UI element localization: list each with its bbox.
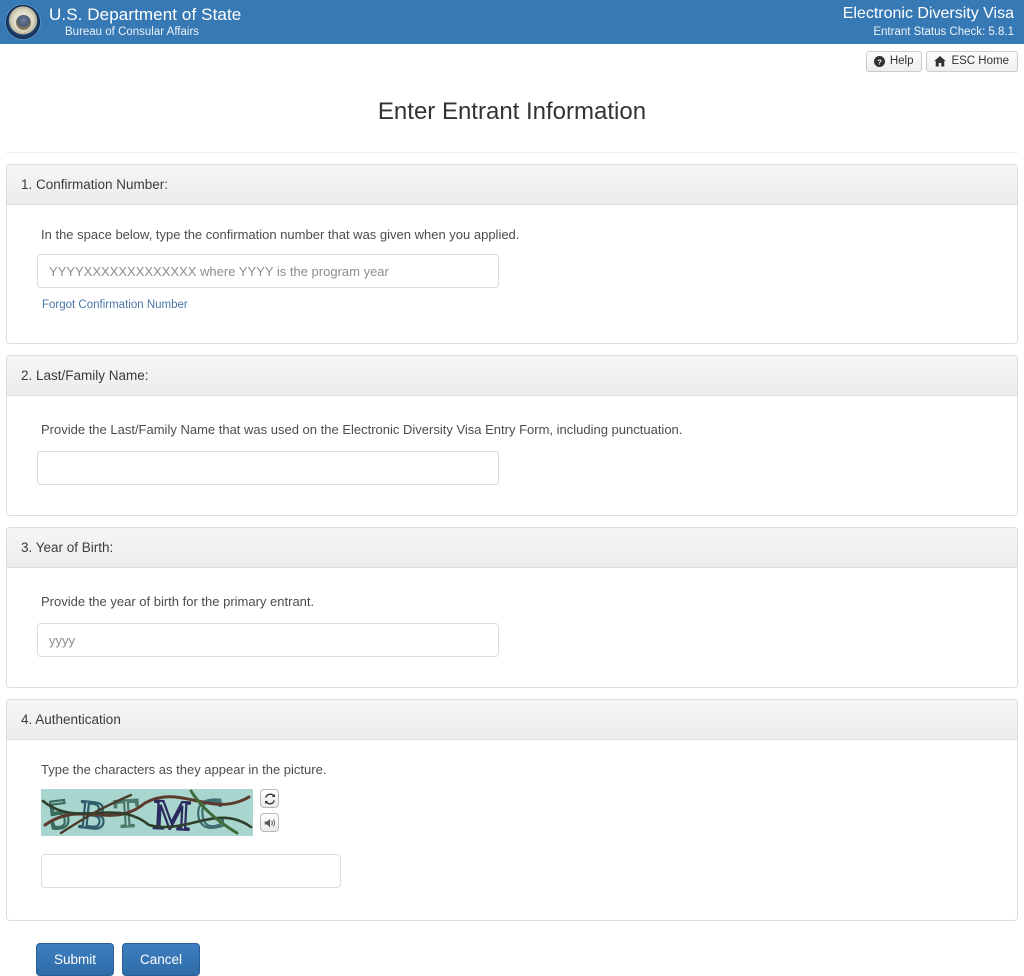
- section-3-body: Provide the year of birth for the primar…: [7, 568, 1017, 687]
- utility-bar: ? Help ESC Home: [0, 44, 1024, 74]
- section-4-body: Type the characters as they appear in th…: [7, 740, 1017, 920]
- refresh-icon: [264, 793, 276, 805]
- captcha-image: 5 B T M C: [41, 789, 253, 836]
- help-button[interactable]: ? Help: [865, 51, 923, 72]
- question-circle-icon: ?: [873, 55, 885, 67]
- captcha-input-wrapper: [41, 854, 987, 888]
- captcha-row: 5 B T M C: [41, 789, 987, 836]
- section-1-heading: 1. Confirmation Number:: [7, 165, 1017, 205]
- section-3-instruction: Provide the year of birth for the primar…: [41, 594, 315, 609]
- brand: U.S. Department of State Bureau of Consu…: [6, 5, 241, 39]
- us-department-of-state-seal-icon: [6, 5, 40, 39]
- section-4-heading: 4. Authentication: [7, 700, 1017, 740]
- section-2-heading: 2. Last/Family Name:: [7, 356, 1017, 396]
- section-1-instruction: In the space below, type the confirmatio…: [41, 227, 520, 242]
- year-of-birth-input[interactable]: [37, 623, 499, 657]
- esc-home-button-label: ESC Home: [951, 55, 1009, 67]
- app-version: Entrant Status Check: 5.8.1: [873, 25, 1014, 38]
- section-1-body: In the space below, type the confirmatio…: [7, 205, 1017, 343]
- page-title: Enter Entrant Information: [377, 98, 647, 125]
- section-4-instruction: Type the characters as they appear in th…: [41, 762, 327, 777]
- captcha-input[interactable]: [41, 854, 341, 888]
- svg-text:?: ?: [877, 57, 882, 66]
- agency-subtitle: Bureau of Consular Affairs: [65, 25, 200, 38]
- audio-speaker-icon-button[interactable]: [260, 813, 279, 832]
- last-family-name-input[interactable]: [37, 451, 499, 485]
- confirmation-number-input[interactable]: [37, 254, 499, 288]
- form-wrapper: 1. Confirmation Number: In the space bel…: [0, 164, 1024, 976]
- app-title: Electronic Diversity Visa: [842, 5, 1014, 23]
- forgot-confirmation-number-link[interactable]: Forgot Confirmation Number: [42, 299, 188, 311]
- title-divider: [6, 152, 1018, 153]
- app-branding: Electronic Diversity Visa Entrant Status…: [843, 5, 1016, 38]
- help-button-label: Help: [889, 55, 914, 67]
- section-2-instruction: Provide the Last/Family Name that was us…: [41, 422, 683, 437]
- section-2-body: Provide the Last/Family Name that was us…: [7, 396, 1017, 515]
- esc-home-button[interactable]: ESC Home: [926, 51, 1018, 72]
- home-icon: [934, 55, 947, 67]
- brand-text: U.S. Department of State Bureau of Consu…: [49, 6, 241, 38]
- refresh-icon-button[interactable]: [260, 789, 279, 808]
- site-header: U.S. Department of State Bureau of Consu…: [0, 0, 1024, 44]
- form-actions: Submit Cancel: [6, 921, 1018, 976]
- cancel-button[interactable]: Cancel: [122, 943, 201, 976]
- submit-button[interactable]: Submit: [36, 943, 115, 976]
- agency-title: U.S. Department of State: [49, 5, 242, 25]
- section-confirmation-number: 1. Confirmation Number: In the space bel…: [6, 164, 1018, 344]
- section-authentication: 4. Authentication Type the characters as…: [6, 699, 1018, 921]
- captcha-controls: [260, 789, 279, 832]
- section-last-family-name: 2. Last/Family Name: Provide the Last/Fa…: [6, 355, 1018, 516]
- section-3-heading: 3. Year of Birth:: [7, 528, 1017, 568]
- section-year-of-birth: 3. Year of Birth: Provide the year of bi…: [6, 527, 1018, 688]
- audio-speaker-icon: [264, 817, 276, 829]
